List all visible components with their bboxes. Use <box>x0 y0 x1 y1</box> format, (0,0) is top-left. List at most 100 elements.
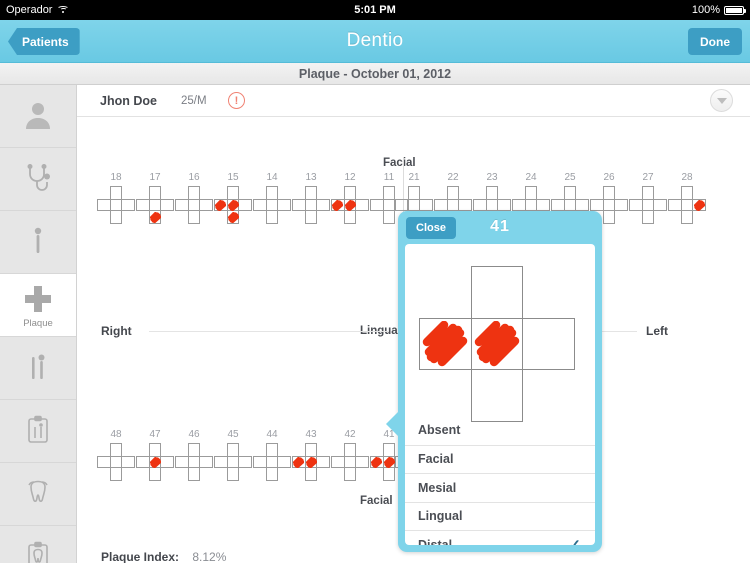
tooth-cell-center[interactable] <box>305 199 317 211</box>
tooth-cell-bottom[interactable] <box>642 211 654 224</box>
tooth-cell-left[interactable] <box>175 456 188 468</box>
tooth-cell-right[interactable] <box>239 199 252 211</box>
tooth-cell-left[interactable] <box>136 456 149 468</box>
alert-icon[interactable]: ! <box>228 92 245 109</box>
tooth-cell-top[interactable] <box>681 186 693 199</box>
tooth-cell-right[interactable] <box>122 456 135 468</box>
tooth-cell-center[interactable] <box>642 199 654 211</box>
tooth-cell-top[interactable] <box>486 186 498 199</box>
tooth-cell-top[interactable] <box>188 186 200 199</box>
tooth-cell-bottom[interactable] <box>227 468 239 481</box>
tooth-cell-bottom[interactable] <box>110 211 122 224</box>
tooth-cell-top[interactable] <box>344 186 356 199</box>
tooth-cell-left[interactable] <box>370 456 383 468</box>
tooth-cell-left[interactable] <box>292 199 305 211</box>
tooth-43[interactable]: 43 <box>292 429 330 481</box>
tooth-cell-center[interactable] <box>149 199 161 211</box>
tooth-cell-right[interactable] <box>200 199 213 211</box>
tooth-cell-left[interactable] <box>395 199 408 211</box>
tooth-cell-center[interactable] <box>188 456 200 468</box>
tooth-cell-top[interactable] <box>305 443 317 456</box>
tooth-cell-top[interactable] <box>110 443 122 456</box>
filter-dropdown-button[interactable] <box>710 89 733 112</box>
tooth-cell-center[interactable] <box>110 199 122 211</box>
tooth-cell-left[interactable] <box>551 199 564 211</box>
tooth-13[interactable]: 13 <box>292 172 330 224</box>
tooth-cell-right[interactable] <box>537 199 550 211</box>
tooth-cell-right[interactable] <box>239 456 252 468</box>
tooth-cross[interactable] <box>97 443 135 481</box>
tooth-cell-bottom[interactable] <box>383 468 395 481</box>
tooth-14[interactable]: 14 <box>253 172 291 224</box>
tooth-cell-bottom[interactable] <box>266 468 278 481</box>
option-distal[interactable]: Distal ✓ <box>405 530 595 545</box>
tooth-cross[interactable] <box>292 186 330 224</box>
tooth-cell-left[interactable] <box>136 199 149 211</box>
tooth-cell-top[interactable] <box>344 443 356 456</box>
tooth-18[interactable]: 18 <box>97 172 135 224</box>
tooth-cell-right[interactable] <box>161 456 174 468</box>
tooth-cell-left[interactable] <box>253 456 266 468</box>
tooth-cell-left[interactable] <box>214 456 227 468</box>
tooth-cell-center[interactable] <box>681 199 693 211</box>
option-lingual[interactable]: Lingual <box>405 501 595 531</box>
tooth-27[interactable]: 27 <box>629 172 667 224</box>
tooth-cross[interactable] <box>253 186 291 224</box>
tooth-cell-center[interactable] <box>383 199 395 211</box>
tooth-cell-left[interactable] <box>434 199 447 211</box>
tooth-cell-bottom[interactable] <box>227 211 239 224</box>
tooth-cross[interactable] <box>253 443 291 481</box>
tooth-cross[interactable] <box>214 186 252 224</box>
sidebar-item-probe[interactable] <box>0 211 76 274</box>
tooth-cell-left[interactable] <box>512 199 525 211</box>
tooth-48[interactable]: 48 <box>97 429 135 481</box>
sidebar-item-instruments[interactable] <box>0 337 76 400</box>
tooth-cross[interactable] <box>292 443 330 481</box>
tooth-cell-center[interactable] <box>149 456 161 468</box>
tooth-cross[interactable] <box>629 186 667 224</box>
tooth-cell-top[interactable] <box>603 186 615 199</box>
tooth-cell-center[interactable] <box>110 456 122 468</box>
tooth-cell-right[interactable] <box>317 456 330 468</box>
tooth-47[interactable]: 47 <box>136 429 174 481</box>
tooth-44[interactable]: 44 <box>253 429 291 481</box>
tooth-cell-right[interactable] <box>200 456 213 468</box>
tooth-cell-bottom[interactable] <box>149 468 161 481</box>
tooth-cell-right[interactable] <box>654 199 667 211</box>
tooth-cell-center[interactable] <box>266 199 278 211</box>
tooth-cross[interactable] <box>331 443 369 481</box>
tooth-cell-center[interactable] <box>188 199 200 211</box>
tooth-cell-center[interactable] <box>344 199 356 211</box>
tooth-cell-left[interactable] <box>370 199 383 211</box>
tooth-cell-right[interactable] <box>356 456 369 468</box>
sidebar-item-patient[interactable] <box>0 85 76 148</box>
tooth-cell-center[interactable] <box>227 456 239 468</box>
tooth-16[interactable]: 16 <box>175 172 213 224</box>
tooth-cell-top[interactable] <box>227 443 239 456</box>
tooth-cell-left[interactable] <box>331 199 344 211</box>
tooth-cross[interactable] <box>97 186 135 224</box>
tooth-cell-right[interactable] <box>420 199 433 211</box>
tooth-cell-bottom[interactable] <box>188 468 200 481</box>
tooth-cell-center[interactable] <box>447 199 459 211</box>
surface-cell-right[interactable] <box>523 318 575 370</box>
tooth-cell-top[interactable] <box>227 186 239 199</box>
tooth-cell-left[interactable] <box>668 199 681 211</box>
surface-cell-top[interactable] <box>471 266 523 318</box>
tooth-cell-left[interactable] <box>473 199 486 211</box>
tooth-17[interactable]: 17 <box>136 172 174 224</box>
tooth-cell-center[interactable] <box>525 199 537 211</box>
sidebar-item-tooth[interactable] <box>0 463 76 526</box>
tooth-cell-left[interactable] <box>629 199 642 211</box>
tooth-cross[interactable] <box>175 186 213 224</box>
tooth-cell-center[interactable] <box>408 199 420 211</box>
tooth-cell-left[interactable] <box>253 199 266 211</box>
tooth-surface-diagram[interactable] <box>405 244 595 422</box>
tooth-cell-left[interactable] <box>214 199 227 211</box>
tooth-cell-center[interactable] <box>266 456 278 468</box>
tooth-cell-center[interactable] <box>383 456 395 468</box>
done-button[interactable]: Done <box>688 28 742 55</box>
tooth-cross[interactable] <box>214 443 252 481</box>
tooth-cell-top[interactable] <box>149 186 161 199</box>
tooth-cross[interactable] <box>136 443 174 481</box>
